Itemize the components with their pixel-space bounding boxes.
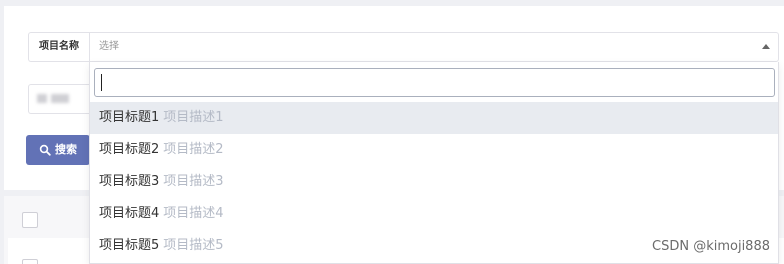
- option-item[interactable]: 项目标题1 项目描述1: [90, 102, 778, 134]
- select-placeholder: 选择: [99, 41, 119, 52]
- option-desc: 项目描述4: [163, 206, 224, 221]
- option-title: 项目标题2: [99, 142, 160, 157]
- page: 项目名称 选择 搜索 项目标题1 项目描述1 项目标题2 项目描述2 项目标题3 项目…: [0, 0, 784, 264]
- search-button[interactable]: 搜索: [26, 135, 90, 165]
- blurred-text: [37, 94, 47, 103]
- blurred-field[interactable]: [28, 84, 90, 114]
- option-item[interactable]: 项目标题4 项目描述4: [90, 198, 778, 230]
- dropdown-search-input[interactable]: [94, 68, 775, 97]
- option-desc: 项目描述1: [163, 110, 224, 125]
- text-cursor: [101, 74, 102, 91]
- blurred-text: [51, 94, 69, 103]
- project-name-select[interactable]: 选择: [89, 32, 779, 62]
- option-title: 项目标题5: [99, 238, 160, 253]
- option-desc: 项目描述3: [163, 174, 224, 189]
- select-dropdown: 项目标题1 项目描述1 项目标题2 项目描述2 项目标题3 项目描述3 项目标题4 项目…: [89, 62, 779, 264]
- option-title: 项目标题4: [99, 206, 160, 221]
- option-title: 项目标题1: [99, 110, 160, 125]
- select-all-checkbox[interactable]: [22, 212, 38, 228]
- option-item[interactable]: 项目标题3 项目描述3: [90, 166, 778, 198]
- caret-up-icon[interactable]: [762, 44, 770, 49]
- watermark: CSDN @kimoji888: [652, 239, 770, 254]
- project-name-label: 项目名称: [28, 32, 89, 62]
- option-item[interactable]: 项目标题2 项目描述2: [90, 134, 778, 166]
- option-desc: 项目描述2: [163, 142, 224, 157]
- option-desc: 项目描述5: [163, 238, 224, 253]
- search-button-label: 搜索: [55, 143, 77, 156]
- row-checkbox[interactable]: [22, 259, 38, 264]
- option-title: 项目标题3: [99, 174, 160, 189]
- search-icon: [39, 144, 51, 156]
